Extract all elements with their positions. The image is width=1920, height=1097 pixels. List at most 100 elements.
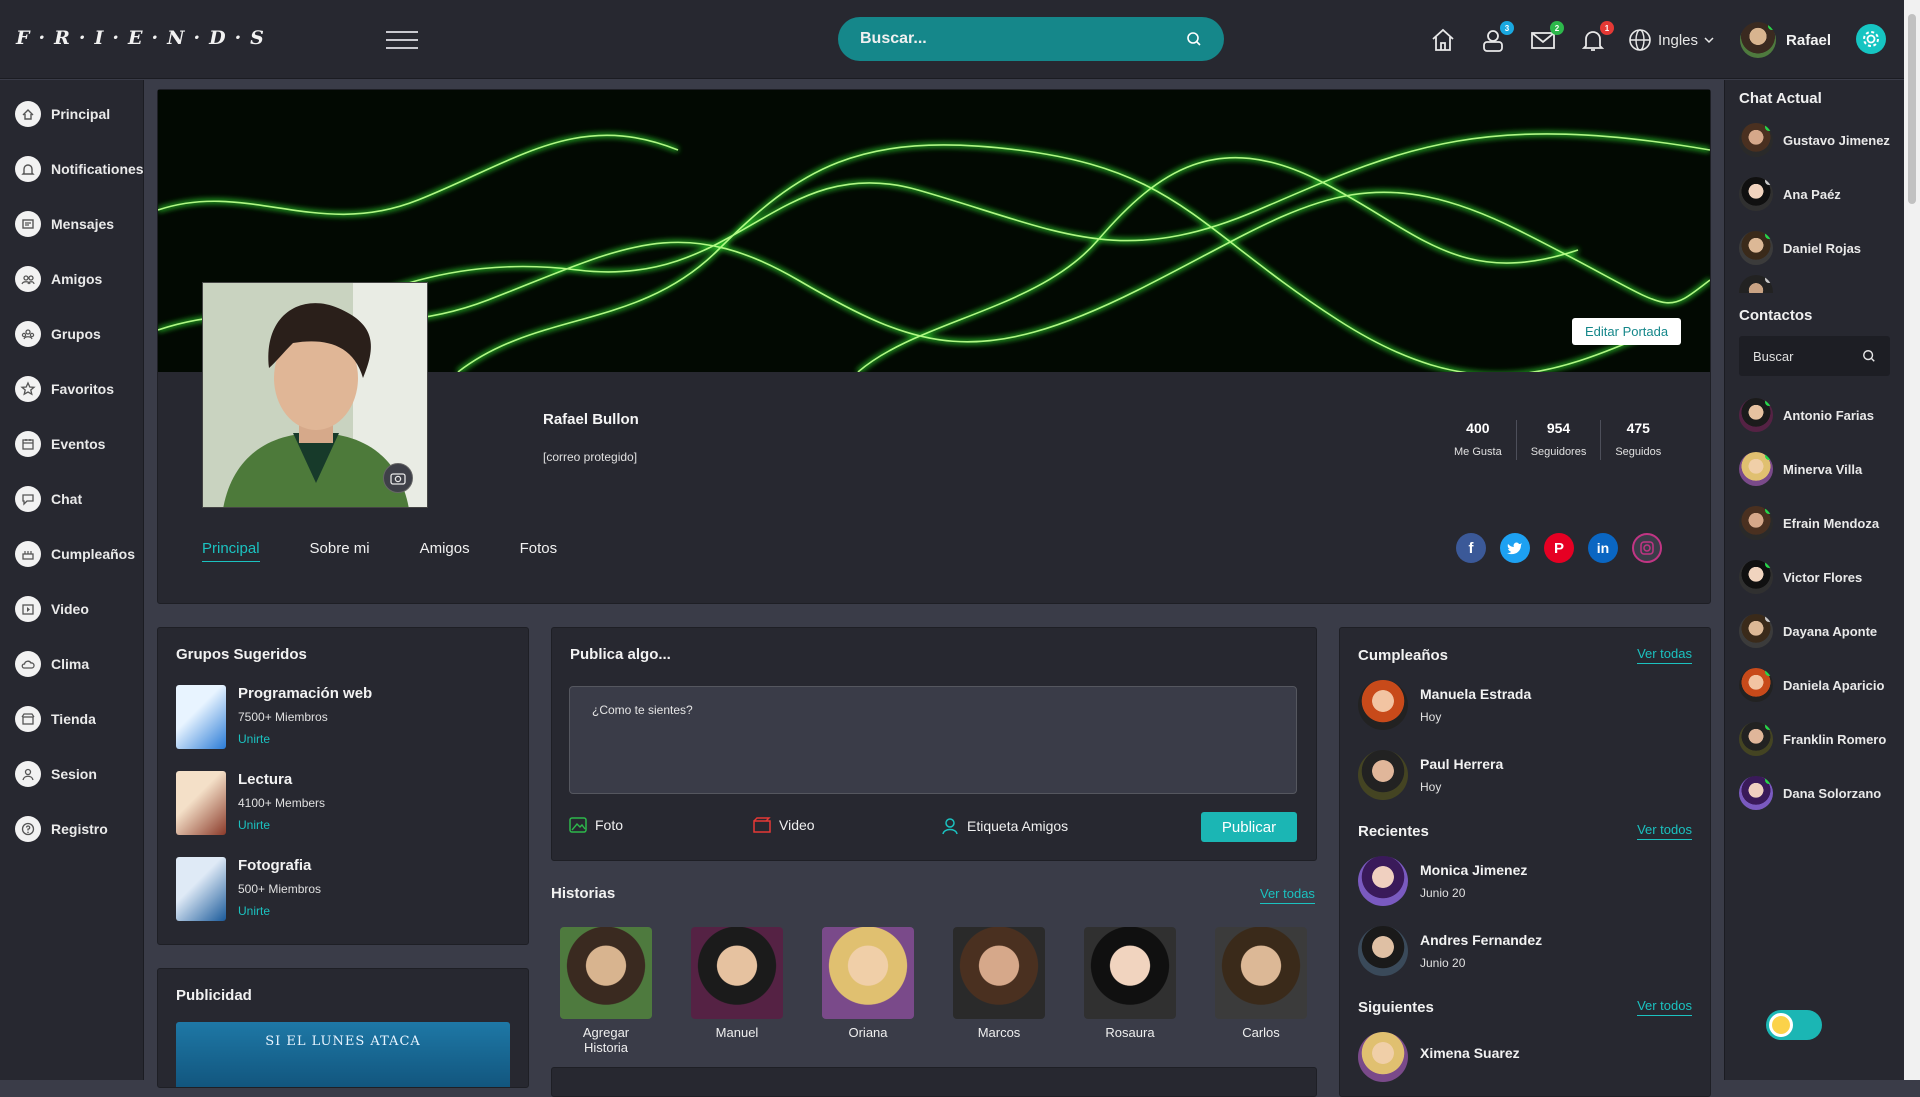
contacts-search-input[interactable]: Buscar [1753, 349, 1793, 364]
group-image[interactable] [176, 857, 226, 921]
tab-principal[interactable]: Principal [202, 540, 260, 562]
group-name[interactable]: Fotografia [238, 857, 321, 874]
contact-name: Daniel Rojas [1783, 240, 1862, 256]
ad-banner[interactable]: SI EL LUNES ATACA [176, 1022, 510, 1087]
story-item[interactable]: Agregar Historia [560, 927, 652, 1055]
sidebar-item-notificationes[interactable]: Notificationes [0, 141, 144, 196]
publish-button[interactable]: Publicar [1201, 812, 1297, 842]
sidebar-item-chat[interactable]: Chat [0, 471, 143, 526]
sidebar-item-principal[interactable]: Principal [0, 86, 143, 141]
post-textarea[interactable]: ¿Como te sientes? [569, 686, 1297, 794]
sidebar-item-sesion[interactable]: Sesion [0, 746, 143, 801]
change-photo-button[interactable] [383, 463, 413, 493]
birthdays-see-all-link[interactable]: Ver todas [1637, 646, 1692, 664]
bell-icon [15, 155, 41, 182]
facebook-icon[interactable]: f [1456, 533, 1486, 563]
sidebar-item-clima[interactable]: Clima [0, 636, 143, 691]
pinterest-icon[interactable]: P [1544, 533, 1574, 563]
notifications-button[interactable]: 1 [1578, 21, 1614, 55]
tab-fotos[interactable]: Fotos [520, 540, 558, 562]
add-video-button[interactable]: Video [753, 817, 815, 833]
person-item[interactable]: Ximena Suarez [1358, 1022, 1692, 1092]
user-menu[interactable]: Rafael [1740, 22, 1831, 58]
sidebar-item-label: Eventos [51, 435, 106, 452]
group-name[interactable]: Programación web [238, 685, 372, 702]
gear-icon [1863, 31, 1879, 47]
linkedin-icon[interactable]: in [1588, 533, 1618, 563]
group-image[interactable] [176, 685, 226, 749]
person-item[interactable]: Paul Herrera Hoy [1358, 740, 1692, 810]
sidebar-item-amigos[interactable]: Amigos [0, 251, 143, 306]
instagram-icon[interactable] [1632, 533, 1662, 563]
home-button[interactable] [1428, 25, 1458, 55]
contact-item[interactable]: Victor Flores [1739, 550, 1890, 604]
globe-icon [1629, 29, 1651, 51]
contact-item[interactable]: Antonio Farias [1739, 388, 1890, 442]
header-actions: 3 2 1 Ingles Rafael [1428, 20, 1831, 60]
language-selector[interactable]: Ingles [1628, 28, 1714, 52]
page-scrollbar[interactable] [1904, 0, 1920, 1080]
app-logo[interactable]: F·R·I·E·N·D·S [16, 27, 273, 49]
story-item[interactable]: Carlos [1215, 927, 1307, 1040]
group-name[interactable]: Lectura [238, 771, 325, 788]
story-item[interactable]: Marcos [953, 927, 1045, 1040]
join-group-link[interactable]: Unirte [238, 818, 325, 832]
scrollbar-thumb[interactable] [1908, 14, 1916, 204]
sidebar-item-mensajes[interactable]: Mensajes [0, 196, 143, 251]
tag-friends-button[interactable]: Etiqueta Amigos [941, 817, 1068, 835]
join-group-link[interactable]: Unirte [238, 732, 372, 746]
sidebar-item-video[interactable]: Video [0, 581, 143, 636]
search-icon[interactable] [1186, 31, 1202, 47]
contact-item[interactable]: Dayana Aponte [1739, 604, 1890, 658]
friend-requests-button[interactable]: 3 [1478, 21, 1514, 55]
stories-title: Historias [551, 885, 616, 902]
chat-contact[interactable]: Daniel Rojas [1739, 221, 1890, 275]
tag-user-icon [942, 818, 958, 835]
chat-contact[interactable]: Gustavo Jimenez [1739, 113, 1890, 167]
recent-see-all-link[interactable]: Ver todos [1637, 822, 1692, 840]
following-see-all-link[interactable]: Ver todos [1637, 998, 1692, 1016]
twitter-icon[interactable] [1500, 533, 1530, 563]
group-image[interactable] [176, 771, 226, 835]
contact-item[interactable]: Franklin Romero [1739, 712, 1890, 766]
search-input[interactable] [860, 30, 1160, 48]
stories-see-all-link[interactable]: Ver todas [1260, 886, 1315, 904]
contact-item[interactable]: Minerva Villa [1739, 442, 1890, 496]
chat-contact[interactable]: Ana Paéz [1739, 167, 1890, 221]
tab-amigos[interactable]: Amigos [420, 540, 470, 562]
stat-item[interactable]: 400 Me Gusta [1440, 420, 1517, 460]
add-photo-button[interactable]: Foto [569, 817, 623, 833]
stat-item[interactable]: 475 Seguidos [1601, 420, 1675, 460]
edit-cover-button[interactable]: Editar Portada [1572, 318, 1682, 345]
story-item[interactable]: Rosaura [1084, 927, 1176, 1040]
sidebar-item-eventos[interactable]: Eventos [0, 416, 143, 471]
story-item[interactable]: Oriana [822, 927, 914, 1040]
person-item[interactable]: Monica Jimenez Junio 20 [1358, 846, 1692, 916]
home-icon [1432, 28, 1454, 51]
sidebar-item-label: Chat [51, 490, 83, 507]
story-item[interactable]: Manuel [691, 927, 783, 1040]
avatar [1358, 680, 1408, 730]
join-group-link[interactable]: Unirte [238, 904, 321, 918]
sidebar-item-grupos[interactable]: Grupos [0, 306, 143, 361]
sidebar-item-tienda[interactable]: Tienda [0, 691, 143, 746]
contact-item[interactable]: Dana Solorzano [1739, 766, 1890, 820]
sidebar-item-registro[interactable]: Registro [0, 801, 143, 856]
moon-icon [1769, 1013, 1793, 1037]
messages-button[interactable]: 2 [1528, 21, 1564, 55]
sidebar-item-cumpleaos[interactable]: Cumpleaños [0, 526, 143, 581]
tab-sobremi[interactable]: Sobre mi [310, 540, 370, 562]
sidebar-item-label: Favoritos [51, 380, 115, 397]
person-item[interactable]: Manuela Estrada Hoy [1358, 670, 1692, 740]
settings-button[interactable] [1856, 24, 1886, 54]
menu-toggle-icon[interactable] [386, 31, 418, 51]
group-item: Programación web 7500+ Miembros Unirte [176, 685, 510, 749]
profile-tabs: Principal Sobre mi Amigos Fotos [202, 540, 607, 562]
person-item[interactable]: Andres Fernandez Junio 20 [1358, 916, 1692, 986]
contact-item[interactable]: Daniela Aparicio [1739, 658, 1890, 712]
sidebar-item-favoritos[interactable]: Favoritos [0, 361, 143, 416]
contact-item[interactable]: Efrain Mendoza [1739, 496, 1890, 550]
theme-toggle[interactable] [1766, 1010, 1822, 1040]
stat-item[interactable]: 954 Seguidores [1517, 420, 1602, 460]
search-icon[interactable] [1862, 349, 1876, 363]
